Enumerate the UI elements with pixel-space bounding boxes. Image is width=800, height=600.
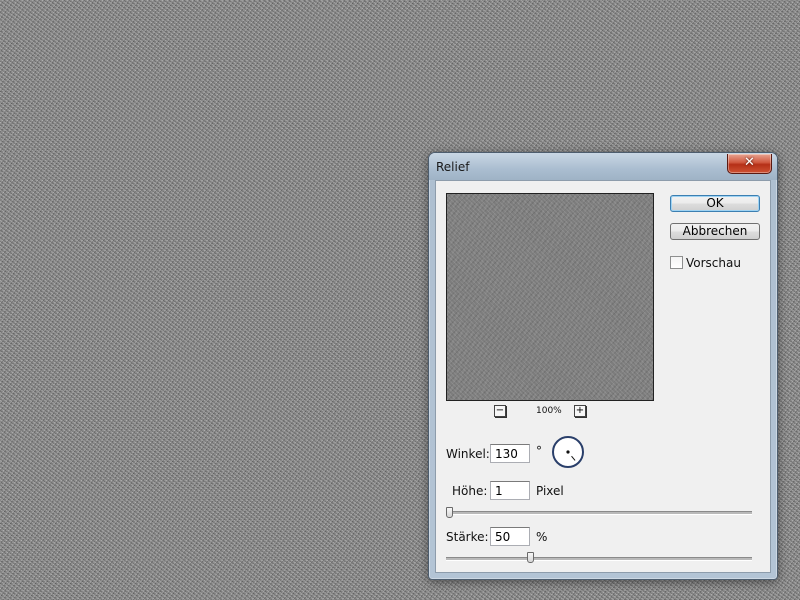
minus-icon: −: [495, 405, 505, 416]
plus-icon: +: [575, 405, 585, 416]
height-field[interactable]: [490, 481, 530, 500]
angle-dial[interactable]: [552, 436, 584, 468]
cancel-button[interactable]: Abbrechen: [670, 223, 760, 240]
height-slider-thumb[interactable]: [446, 507, 453, 518]
strength-slider-track[interactable]: [446, 557, 752, 561]
dialog-body: − 100% + OK Abbrechen Vorschau Winkel: °…: [435, 180, 771, 573]
zoom-in-button[interactable]: +: [574, 405, 586, 417]
close-icon: ✕: [744, 155, 755, 170]
filter-preview[interactable]: [446, 193, 654, 401]
zoom-out-button[interactable]: −: [494, 405, 506, 417]
dialog-titlebar[interactable]: Relief ✕: [429, 153, 777, 180]
preview-checkbox-label: Vorschau: [686, 256, 741, 270]
close-button[interactable]: ✕: [727, 154, 772, 174]
angle-dial-icon: [566, 450, 576, 461]
strength-unit: %: [536, 530, 548, 544]
strength-field[interactable]: [490, 527, 530, 546]
zoom-level: 100%: [536, 406, 562, 416]
dialog-title: Relief: [436, 160, 470, 174]
strength-label: Stärke:: [446, 530, 489, 544]
height-unit: Pixel: [536, 484, 564, 498]
preview-checkbox[interactable]: [670, 256, 683, 269]
angle-label: Winkel:: [446, 447, 490, 461]
angle-unit: °: [536, 444, 542, 458]
height-label: Höhe:: [452, 484, 488, 498]
relief-dialog: Relief ✕ − 100% + OK Abbrechen Vorschau …: [428, 152, 778, 580]
angle-field[interactable]: [490, 444, 530, 463]
ok-button[interactable]: OK: [670, 195, 760, 212]
strength-slider-thumb[interactable]: [526, 552, 534, 563]
height-slider-track[interactable]: [446, 511, 752, 515]
